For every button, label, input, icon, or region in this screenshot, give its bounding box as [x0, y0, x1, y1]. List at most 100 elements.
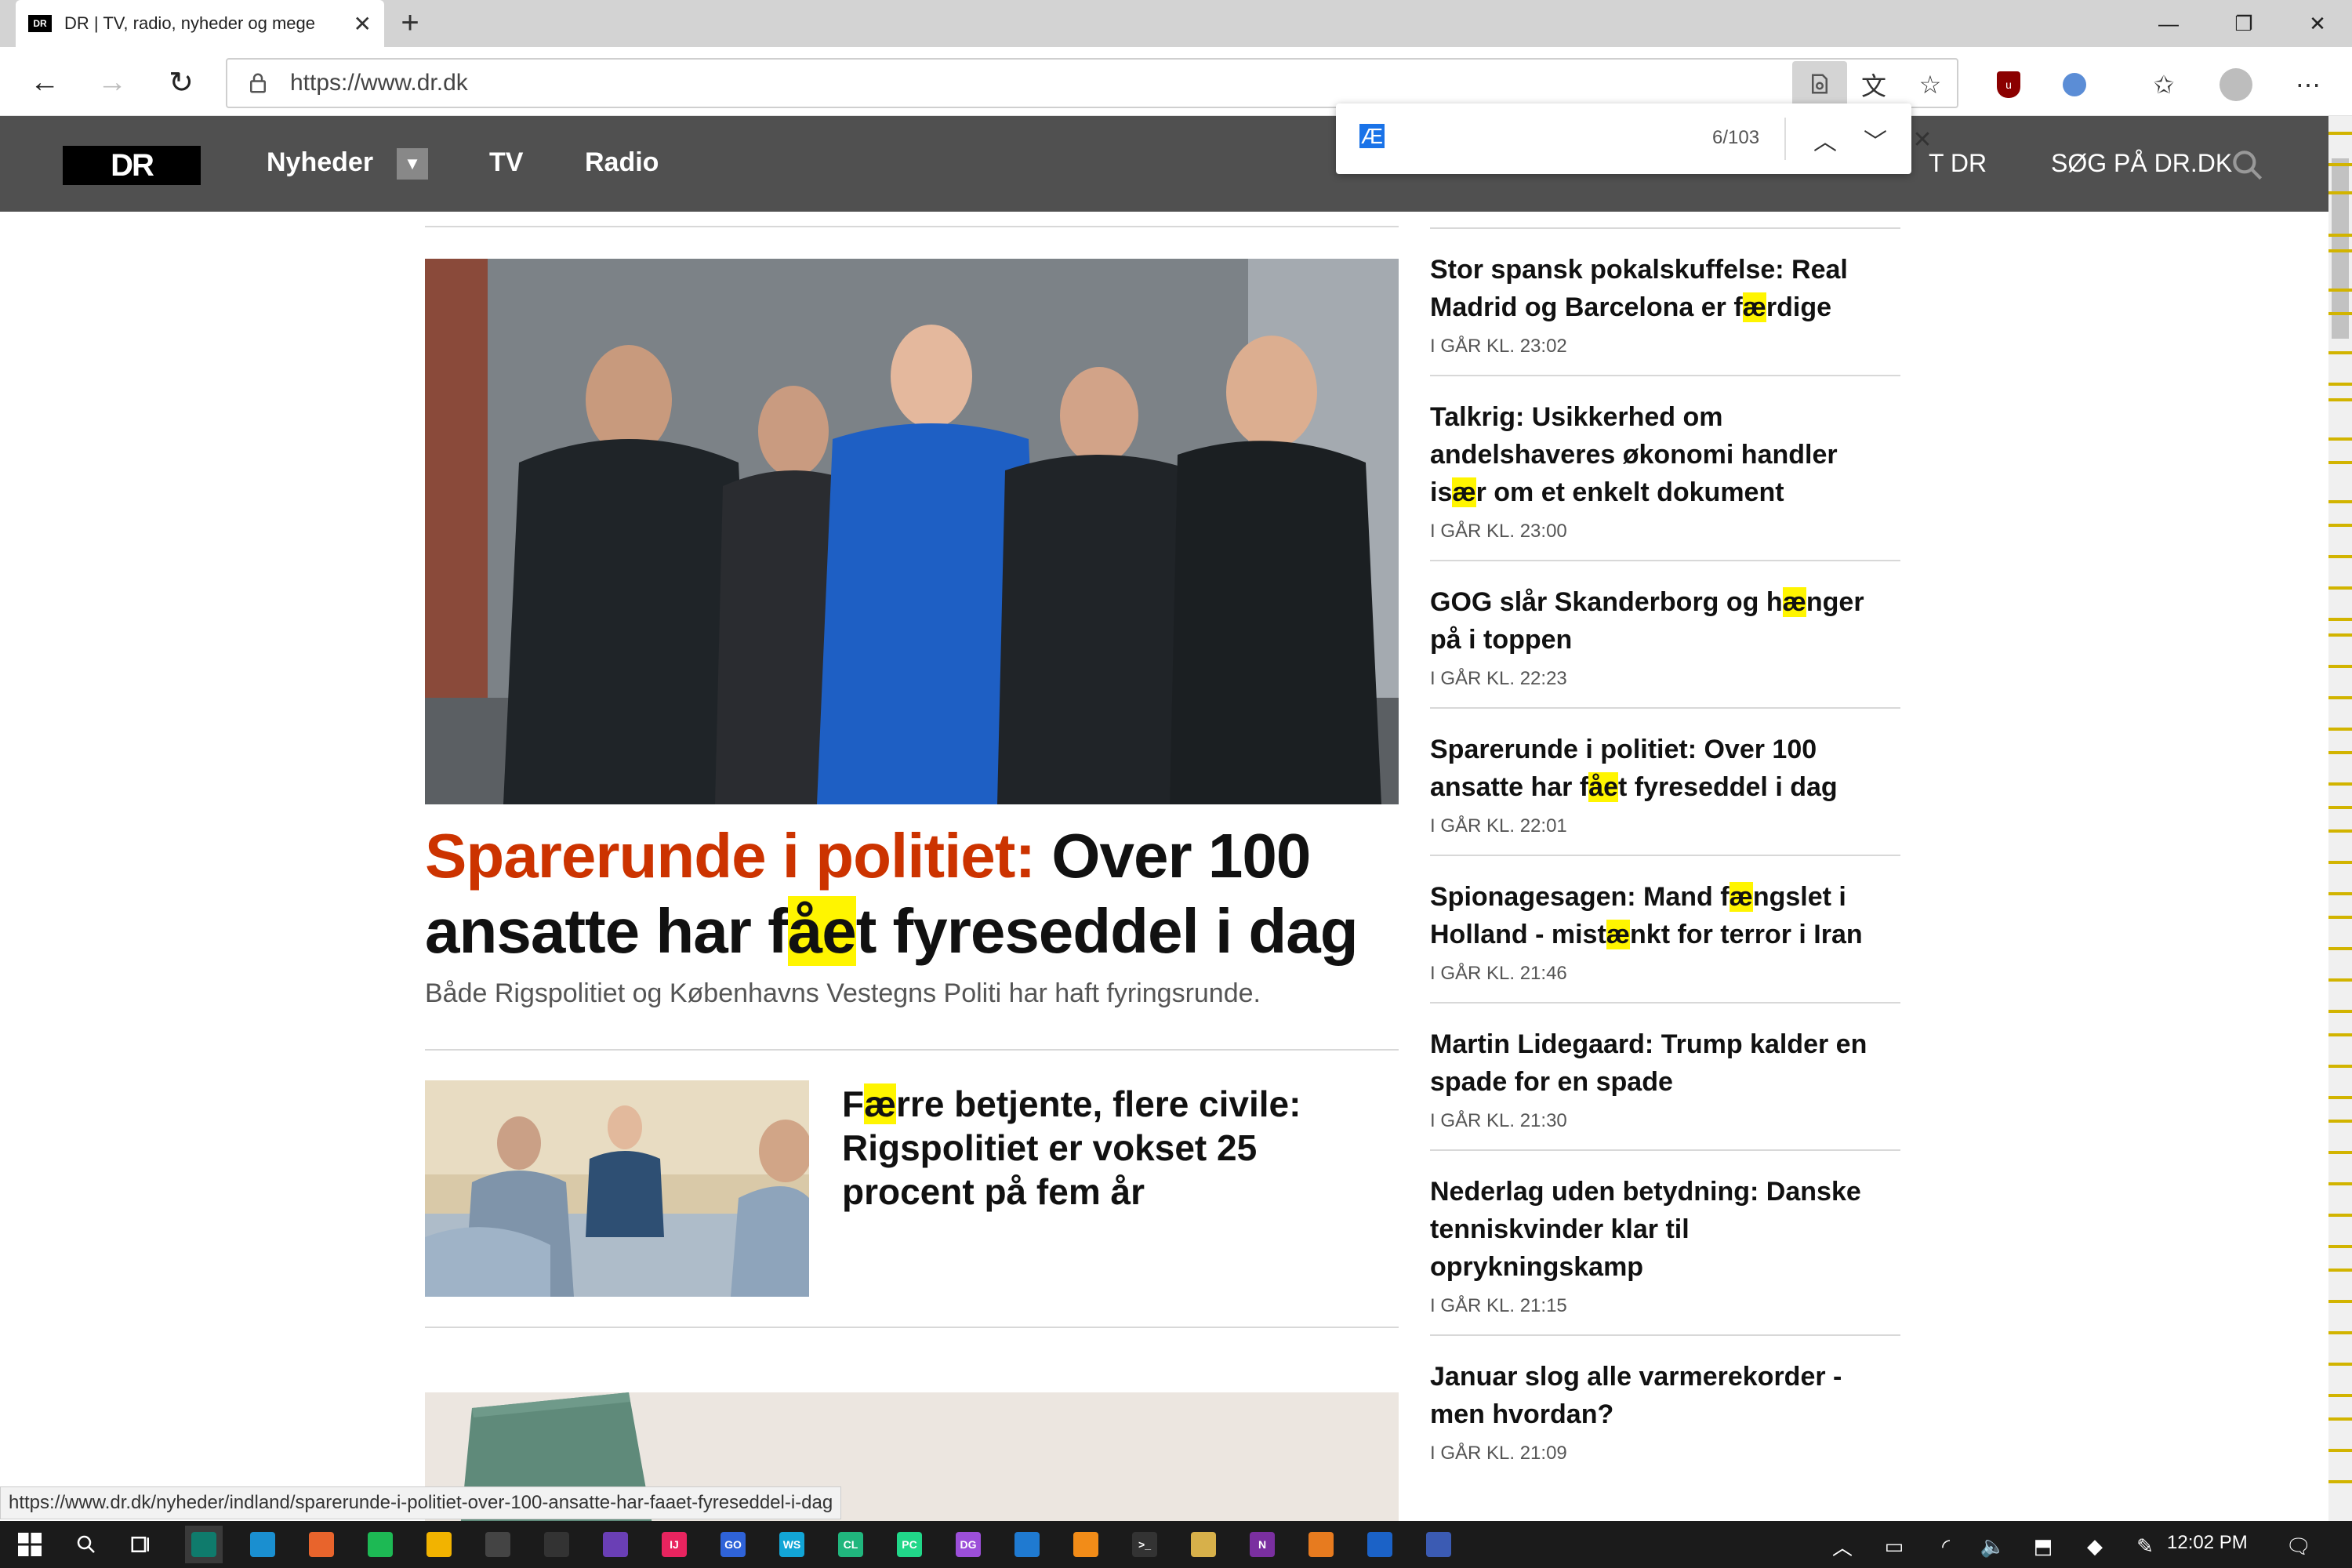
tray-volume-icon[interactable]: 🔈 [1977, 1530, 2009, 1562]
secondary-article-photo[interactable] [425, 1080, 809, 1297]
news-title-text: r om et enkelt dokument [1475, 477, 1784, 507]
taskbar-file-app-icon[interactable] [1185, 1526, 1222, 1563]
profile-avatar[interactable] [2214, 63, 2258, 107]
news-title[interactable]: GOG slår Skanderborg og hænger på i topp… [1430, 583, 1900, 659]
taskbar-goland-icon[interactable]: GO [714, 1526, 752, 1563]
more-menu-icon[interactable]: ⋯ [2286, 63, 2330, 107]
news-title[interactable]: Sparerunde i politiet: Over 100 ansatte … [1430, 731, 1900, 806]
secondary-headline-highlight: æ [864, 1083, 897, 1124]
news-title-highlight: æ [1452, 477, 1476, 507]
translate-icon[interactable]: 文 [1852, 63, 1896, 107]
tray-wifi-icon[interactable]: ◜ [1930, 1530, 1962, 1562]
news-title[interactable]: Januar slog alle varmerekorder - men hvo… [1430, 1358, 1900, 1433]
taskbar-affinity-icon[interactable] [1361, 1526, 1399, 1563]
taskbar-edge-icon[interactable] [244, 1526, 281, 1563]
task-view-icon[interactable] [122, 1526, 160, 1563]
taskbar-search-icon[interactable] [67, 1526, 105, 1563]
taskbar-sublime-icon[interactable] [1067, 1526, 1105, 1563]
favorites-list-icon[interactable]: ✩ [2142, 63, 2186, 107]
news-time: I GÅR KL. 22:23 [1430, 668, 1567, 689]
taskbar-fox-app-icon[interactable] [479, 1526, 517, 1563]
refresh-button[interactable]: ↻ [160, 61, 202, 103]
taskbar-intellij-icon[interactable]: IJ [655, 1526, 693, 1563]
magnifier-icon [77, 1535, 95, 1553]
find-match-marker [2328, 947, 2352, 950]
find-next-icon[interactable]: ﹀ [1857, 121, 1894, 158]
tray-display-icon[interactable]: ⬒ [2027, 1530, 2059, 1562]
search-icon[interactable] [2228, 146, 2267, 185]
news-list-item[interactable]: GOG slår Skanderborg og hænger på i topp… [1430, 560, 1900, 707]
news-title[interactable]: Martin Lidegaard: Trump kalder en spade … [1430, 1025, 1900, 1101]
close-window-button[interactable]: ✕ [2281, 0, 2352, 47]
extension-icon[interactable] [2053, 63, 2096, 107]
find-in-page-icon[interactable] [1792, 61, 1847, 107]
taskbar-spotify-icon[interactable] [361, 1526, 399, 1563]
find-match-marker [2328, 1417, 2352, 1421]
start-button[interactable] [11, 1526, 49, 1563]
taskbar-git-app-icon[interactable] [538, 1526, 575, 1563]
tray-chevron-icon[interactable]: ︿ [1827, 1530, 1858, 1562]
dr-logo[interactable]: DR [63, 146, 201, 185]
forward-button[interactable]: → [91, 61, 133, 103]
taskbar-terminal-icon[interactable]: >_ [1126, 1526, 1163, 1563]
nav-tv[interactable]: TV [489, 147, 523, 178]
news-title[interactable]: Talkrig: Usikkerhed om andelshaveres øko… [1430, 398, 1900, 511]
taskbar-vscode-icon[interactable] [1008, 1526, 1046, 1563]
visual-studio-glyph [603, 1532, 628, 1557]
new-tab-button[interactable]: + [392, 5, 428, 41]
news-list-item[interactable]: Talkrig: Usikkerhed om andelshaveres øko… [1430, 375, 1900, 560]
main-divider [425, 1049, 1399, 1051]
browser-tab[interactable]: DR DR | TV, radio, nyheder og mege ✕ [16, 0, 384, 47]
ublock-extension-icon[interactable]: u [1987, 63, 2031, 107]
taskbar-webstorm-icon[interactable]: WS [773, 1526, 811, 1563]
secondary-headline-link[interactable]: Færre betjente, flere civile: Rigspoliti… [842, 1082, 1391, 1214]
nav-radio[interactable]: Radio [585, 147, 659, 178]
main-article-photo[interactable] [425, 259, 1399, 804]
find-match-marker [2328, 1245, 2352, 1248]
find-divider [1784, 118, 1786, 160]
taskbar-firefox-icon[interactable] [303, 1526, 340, 1563]
tab-title: DR | TV, radio, nyheder og mege [64, 13, 316, 33]
find-close-icon[interactable]: ✕ [1904, 121, 1941, 158]
nav-nyheder[interactable]: Nyheder [267, 147, 373, 178]
news-list-item[interactable]: Martin Lidegaard: Trump kalder en spade … [1430, 1002, 1900, 1149]
taskbar-pycharm-icon[interactable]: PC [891, 1526, 928, 1563]
taskbar-edge-dev-icon[interactable] [185, 1526, 223, 1563]
news-list-item[interactable]: Stor spansk pokalskuffelse: Real Madrid … [1430, 227, 1900, 375]
minimize-button[interactable]: — [2132, 0, 2205, 47]
taskbar-visual-studio-icon[interactable] [597, 1526, 634, 1563]
taskbar-datagrip-icon[interactable]: DG [949, 1526, 987, 1563]
taskbar-chrome-icon[interactable] [420, 1526, 458, 1563]
restore-button[interactable]: ❐ [2208, 0, 2280, 47]
news-title[interactable]: Spionagesagen: Mand fængslet i Holland -… [1430, 878, 1900, 953]
vertical-scrollbar[interactable] [2328, 116, 2352, 1521]
news-list-item[interactable]: Nederlag uden betydning: Danske tenniskv… [1430, 1149, 1900, 1334]
notification-center-icon[interactable]: 🗨 [2283, 1530, 2314, 1562]
search-link[interactable]: SØG PÅ DR.DK [2051, 149, 2232, 178]
spotify-glyph [368, 1532, 393, 1557]
find-input[interactable]: Æ [1359, 124, 1610, 155]
taskbar-clion-icon[interactable]: CL [832, 1526, 869, 1563]
news-title[interactable]: Stor spansk pokalskuffelse: Real Madrid … [1430, 251, 1900, 326]
news-list-item[interactable]: Januar slog alle varmerekorder - men hvo… [1430, 1334, 1900, 1482]
taskbar-clock[interactable]: 12:02 PM [2167, 1532, 2248, 1554]
tab-close-icon[interactable]: ✕ [354, 11, 372, 37]
tray-battery-icon[interactable]: ▭ [1878, 1530, 1910, 1562]
tray-pen-icon[interactable]: ✎ [2129, 1530, 2161, 1562]
news-list-item[interactable]: Spionagesagen: Mand fængslet i Holland -… [1430, 855, 1900, 1002]
news-time: I GÅR KL. 21:15 [1430, 1295, 1567, 1316]
find-previous-icon[interactable]: ︿ [1806, 121, 1844, 158]
secondary-divider [425, 1327, 1399, 1328]
back-button[interactable]: ← [24, 61, 66, 103]
taskbar-doc-app-icon[interactable] [1420, 1526, 1457, 1563]
address-bar[interactable]: https://www.dr.dk [226, 58, 1958, 108]
tray-dropbox-icon[interactable]: ◆ [2079, 1530, 2111, 1562]
news-list-item[interactable]: Sparerunde i politiet: Over 100 ansatte … [1430, 707, 1900, 855]
main-headline-link[interactable]: Sparerunde i politiet: Over 100 ansatte … [425, 818, 1413, 969]
find-match-marker [2328, 728, 2352, 731]
favorite-star-icon[interactable]: ☆ [1908, 63, 1952, 107]
nyheder-dropdown-icon[interactable]: ▼ [397, 148, 428, 180]
taskbar-onenote-icon[interactable]: N [1243, 1526, 1281, 1563]
news-title[interactable]: Nederlag uden betydning: Danske tenniskv… [1430, 1173, 1900, 1286]
taskbar-orange-app-icon[interactable] [1302, 1526, 1340, 1563]
